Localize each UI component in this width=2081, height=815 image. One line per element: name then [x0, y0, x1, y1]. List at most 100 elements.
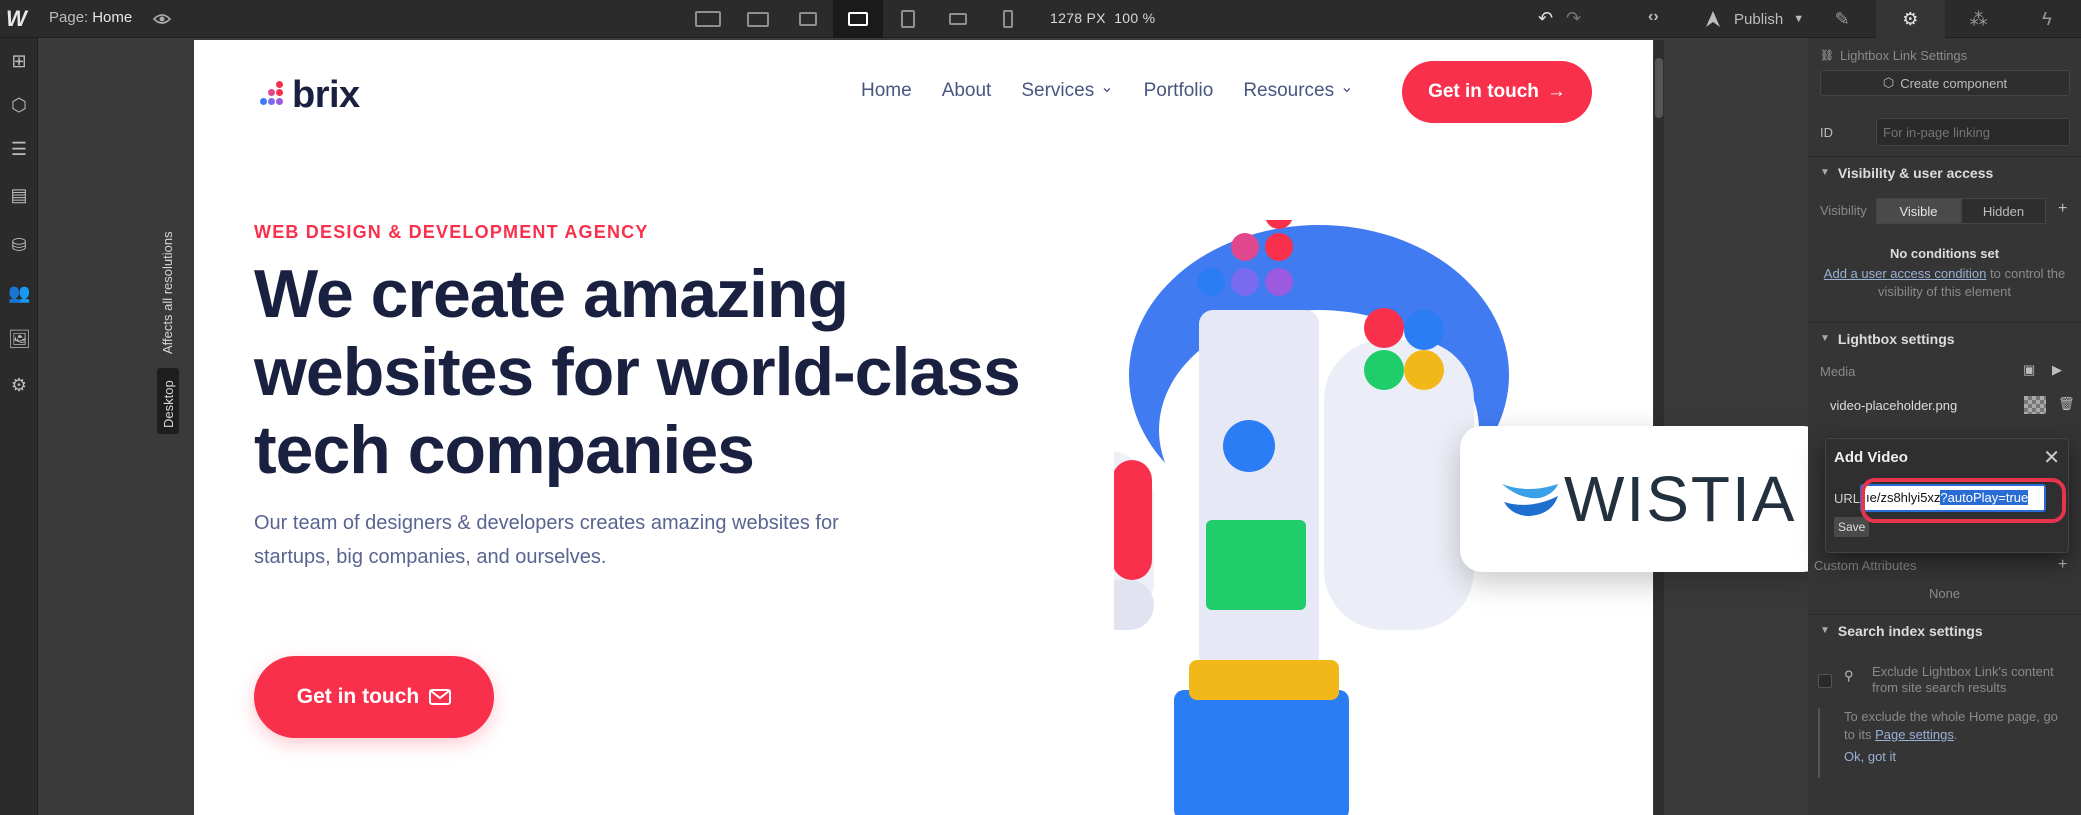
add-condition-link[interactable]: Add a user access condition [1824, 266, 1987, 281]
wistia-mark-icon [1502, 484, 1558, 516]
search-index-section-title: Search index settings [1837, 622, 1983, 639]
lightbox-section-title: Lightbox settings [1837, 330, 1955, 347]
interactions-icon[interactable]: ⁂ [1945, 0, 2013, 38]
visibility-row: Visibility Visible Hidden + [1808, 198, 2081, 224]
code-export-icon[interactable]: ‹› [1648, 8, 1659, 26]
left-toolbar: ⊞ ⬡ ☰ ▤ ⛁ 👥 🖼 ⚙ [0, 38, 38, 815]
nav-portfolio[interactable]: Portfolio [1144, 80, 1214, 102]
id-label: ID [1820, 125, 1833, 140]
plus-icon[interactable]: + [2058, 200, 2067, 218]
canvas-width: 1278 PX [1050, 10, 1106, 26]
visibility-section-title: Visibility & user access [1837, 164, 1994, 181]
breakpoint-switcher [683, 0, 1033, 38]
undo-icon[interactable]: ↶ [1538, 8, 1553, 29]
dismiss-note-link[interactable]: Ok, got it [1844, 748, 2071, 766]
cta-bottom-label: Get in touch [296, 685, 420, 708]
desktop-medium-icon[interactable] [733, 0, 783, 38]
component-icon: ⬡ [1882, 75, 1895, 90]
media-label: Media [1820, 364, 1856, 379]
media-file-row: video-placeholder.png 🗑 [1808, 394, 2081, 418]
visibility-label: Visibility [1820, 203, 1867, 218]
nav-about[interactable]: About [942, 80, 992, 102]
id-input[interactable] [1876, 118, 2070, 146]
hero-headline: We create amazing websites for world-cla… [254, 256, 1021, 488]
link-icon: ⛓ [1820, 49, 1834, 62]
designer-top-bar: W Page: Home 1278 PX 100 % ↶ ↷ ‹› Publish… [0, 0, 2081, 38]
publish-button[interactable]: Publish ▼ [1700, 0, 1805, 38]
cta-top-label: Get in touch [1428, 81, 1539, 102]
create-component-label: Create component [1900, 75, 2008, 91]
search-exclude-row: ⚲ Exclude Lightbox Link's content from s… [1808, 664, 2081, 704]
redo-icon[interactable]: ↷ [1566, 8, 1581, 29]
wistia-logo-card: WISTIA [1460, 426, 1825, 572]
nav-home[interactable]: Home [861, 80, 912, 102]
users-icon[interactable]: 👥 [8, 282, 30, 304]
custom-attributes-row: Custom Attributes + [1808, 556, 2081, 578]
mobile-landscape-icon[interactable] [933, 0, 983, 38]
cms-icon[interactable]: ⛁ [8, 234, 30, 256]
tablet-icon[interactable] [883, 0, 933, 38]
scrollbar-thumb[interactable] [1655, 58, 1663, 118]
wistia-wordmark: WISTIA [1564, 463, 1797, 535]
lightbox-section-header[interactable]: ▼ Lightbox settings [1808, 322, 2081, 354]
create-component-button[interactable]: ⬡ Create component [1820, 70, 2070, 96]
chevron-down-icon: ▼ [1793, 13, 1805, 25]
desktop-large-icon[interactable] [683, 0, 733, 38]
no-conditions-box: No conditions set Add a user access cond… [1808, 238, 2081, 308]
desktop-small-icon[interactable] [783, 0, 833, 38]
url-highlight-ring [1861, 478, 2066, 523]
preview-eye-icon[interactable] [152, 9, 172, 29]
id-field-row: ID [1808, 118, 2081, 146]
video-icon[interactable]: ▶ [2052, 362, 2062, 378]
pages-icon[interactable]: ▤ [8, 184, 30, 206]
desktop-base-icon[interactable] [833, 0, 883, 38]
search-exclude-checkbox[interactable] [1818, 674, 1832, 688]
url-label: URL [1834, 491, 1861, 506]
mobile-portrait-icon[interactable] [983, 0, 1033, 38]
lightning-icon[interactable]: ϟ [2013, 0, 2081, 38]
mail-icon [429, 689, 452, 705]
get-in-touch-nav-button[interactable]: Get in touch → [1402, 61, 1592, 123]
settings-gear-icon[interactable]: ⚙ [1876, 0, 1945, 38]
visibility-visible[interactable]: Visible [1876, 198, 1961, 224]
settings-icon[interactable]: ⚙ [8, 374, 30, 396]
no-conditions-description: Add a user access condition to control t… [1820, 265, 2069, 301]
media-file-name: video-placeholder.png [1830, 398, 1958, 413]
get-in-touch-hero-button[interactable]: Get in touch [254, 656, 494, 738]
style-brush-icon[interactable]: ✎ [1808, 0, 1876, 38]
visibility-hidden[interactable]: Hidden [1961, 198, 2046, 224]
page-selector[interactable]: Page: Home [49, 9, 132, 26]
collapse-triangle-icon: ▼ [1820, 625, 1830, 636]
nav-resources[interactable]: Resources [1243, 80, 1353, 102]
nav-services[interactable]: Services [1021, 80, 1113, 102]
main-nav: Home About Services Portfolio Resources [861, 80, 1354, 102]
add-panel-icon[interactable]: ⊞ [8, 50, 30, 72]
hero-subtext: Our team of designers & developers creat… [254, 512, 839, 568]
collapse-triangle-icon: ▼ [1820, 333, 1830, 344]
assets-icon[interactable]: 🖼 [8, 328, 31, 350]
media-row: Media ▣ ▶ [1808, 362, 2081, 382]
navigator-icon[interactable]: ☰ [8, 138, 30, 160]
page-settings-link[interactable]: Page settings [1875, 727, 1954, 742]
trash-icon[interactable]: 🗑 [2058, 396, 2075, 412]
right-panel-tabs: ✎ ⚙ ⁂ ϟ [1808, 0, 2081, 38]
search-note: To exclude the whole Home page, go to it… [1818, 708, 2081, 778]
image-icon[interactable]: ▣ [2023, 362, 2035, 378]
breakpoint-note-text: Affects all resolutions [160, 231, 175, 354]
plus-icon[interactable]: + [2058, 556, 2067, 574]
close-icon[interactable]: ✕ [2043, 445, 2060, 470]
canvas-size-readout[interactable]: 1278 PX 100 % [1050, 10, 1155, 26]
webflow-logo[interactable]: W [6, 6, 32, 32]
visibility-section-header[interactable]: ▼ Visibility & user access [1808, 156, 2081, 188]
search-exclude-text: Exclude Lightbox Link's content from sit… [1872, 664, 2054, 695]
save-button[interactable]: Save [1834, 517, 1870, 537]
brand-logo[interactable]: brix [254, 74, 360, 117]
component-header: ⛓ Lightbox Link Settings [1808, 46, 2081, 64]
publish-label: Publish [1734, 10, 1784, 28]
search-icon: ⚲ [1844, 668, 1854, 683]
search-index-section-header[interactable]: ▼ Search index settings [1808, 614, 2081, 646]
symbols-icon[interactable]: ⬡ [8, 94, 30, 116]
rocket-icon [1706, 11, 1720, 27]
page-label: Page: [49, 9, 89, 26]
site-preview[interactable]: brix Home About Services Portfolio Resou… [194, 40, 1653, 815]
